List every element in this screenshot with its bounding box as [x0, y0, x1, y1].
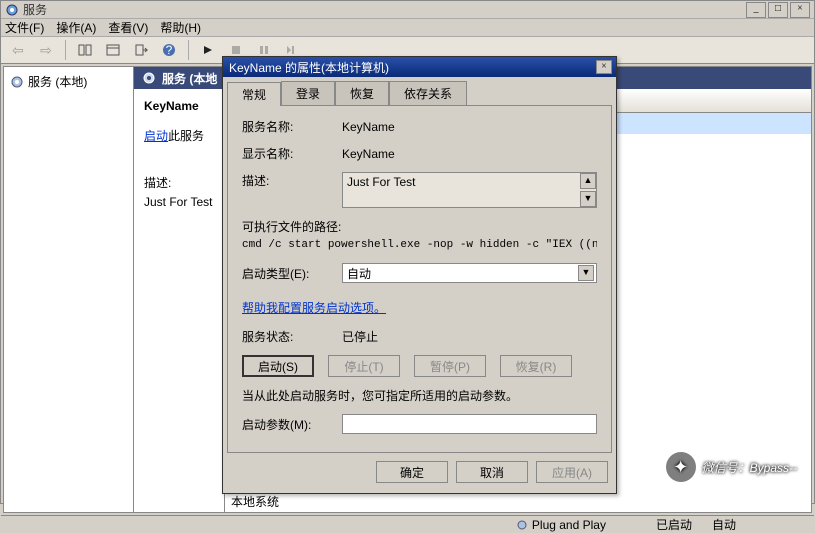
window-title: 服务 [23, 1, 746, 18]
gear-icon [10, 75, 24, 89]
minimize-button[interactable]: _ [746, 2, 766, 18]
detail-pane: KeyName 启动此服务 描述: Just For Test [134, 89, 224, 512]
menu-action[interactable]: 操作(A) [56, 19, 96, 36]
tree-root-label: 服务 (本地) [28, 73, 87, 90]
properties-dialog: KeyName 的属性(本地计算机) × 常规 登录 恢复 依存关系 服务名称:… [222, 56, 617, 494]
gear-icon [516, 519, 528, 531]
help-button[interactable]: ? [158, 39, 180, 61]
start-service-button[interactable] [197, 39, 219, 61]
maximize-button[interactable]: □ [768, 2, 788, 18]
forward-button[interactable]: ⇨ [35, 39, 57, 61]
value-exe-path: cmd /c start powershell.exe -nop -w hidd… [242, 239, 597, 251]
label-display-name: 显示名称: [242, 145, 342, 162]
close-button[interactable]: × [790, 2, 810, 18]
config-help-link[interactable]: 帮助我配置服务启动选项。 [242, 299, 386, 316]
stop-button: 停止(T) [328, 355, 400, 377]
tree-root-item[interactable]: 服务 (本地) [8, 71, 129, 92]
panel-title: 服务 (本地 [162, 70, 217, 87]
cell-logon-as: 本地系统 [231, 493, 421, 510]
label-exe-path: 可执行文件的路径: [242, 218, 597, 235]
list-row[interactable]: 本地系统 [225, 491, 811, 512]
dialog-title: KeyName 的属性(本地计算机) [227, 59, 596, 76]
menu-help[interactable]: 帮助(H) [160, 19, 201, 36]
description-label: 描述: [144, 174, 214, 191]
properties-button[interactable] [102, 39, 124, 61]
start-service-link[interactable]: 启动 [144, 129, 168, 143]
tab-recovery[interactable]: 恢复 [335, 81, 389, 105]
tab-general[interactable]: 常规 [227, 82, 281, 106]
gear-icon [142, 71, 156, 85]
tab-logon[interactable]: 登录 [281, 81, 335, 105]
label-startup-type: 启动类型(E): [242, 265, 342, 282]
back-button[interactable]: ⇦ [7, 39, 29, 61]
label-description: 描述: [242, 172, 342, 189]
ok-button[interactable]: 确定 [376, 461, 448, 483]
value-service-status: 已停止 [342, 328, 597, 345]
startup-type-select[interactable]: 自动 ▼ [342, 263, 597, 283]
status-type: 自动 [712, 516, 736, 533]
value-service-name: KeyName [342, 120, 597, 134]
wechat-icon: ✦ [666, 452, 696, 482]
cancel-button[interactable]: 取消 [456, 461, 528, 483]
menu-view[interactable]: 查看(V) [108, 19, 148, 36]
resume-button: 恢复(R) [500, 355, 572, 377]
label-start-params: 启动参数(M): [242, 416, 342, 433]
value-display-name: KeyName [342, 147, 597, 161]
separator [65, 40, 66, 60]
svg-text:?: ? [166, 43, 173, 57]
dialog-close-button[interactable]: × [596, 60, 612, 74]
tab-dependencies[interactable]: 依存关系 [389, 81, 467, 105]
start-button[interactable]: 启动(S) [242, 355, 314, 377]
description-value: Just For Test [144, 195, 214, 209]
start-service-link-row: 启动此服务 [144, 127, 214, 144]
watermark: ✦ 微信号：Bypass-- [666, 452, 797, 482]
apply-button: 应用(A) [536, 461, 608, 483]
export-button[interactable] [130, 39, 152, 61]
chevron-down-icon: ▼ [578, 265, 594, 281]
menubar: 文件(F) 操作(A) 查看(V) 帮助(H) [1, 19, 814, 37]
menu-file[interactable]: 文件(F) [5, 19, 44, 36]
start-params-note: 当从此处启动服务时，您可指定所适用的启动参数。 [242, 387, 597, 404]
show-hide-tree-button[interactable] [74, 39, 96, 61]
pause-button: 暂停(P) [414, 355, 486, 377]
separator [188, 40, 189, 60]
status-service: Plug and Play [532, 518, 606, 532]
tree-pane: 服务 (本地) [4, 67, 134, 512]
scroll-down-icon[interactable]: ▼ [580, 191, 596, 207]
start-params-input[interactable] [342, 414, 597, 434]
statusbar: Plug and Play 已启动 自动 [1, 515, 814, 533]
services-icon [5, 3, 19, 17]
selected-service-name: KeyName [144, 99, 214, 113]
label-service-status: 服务状态: [242, 328, 342, 345]
description-textarea[interactable]: Just For Test ▲ ▼ [342, 172, 597, 208]
label-service-name: 服务名称: [242, 118, 342, 135]
scroll-up-icon[interactable]: ▲ [580, 173, 596, 189]
status-started: 已启动 [656, 516, 692, 533]
